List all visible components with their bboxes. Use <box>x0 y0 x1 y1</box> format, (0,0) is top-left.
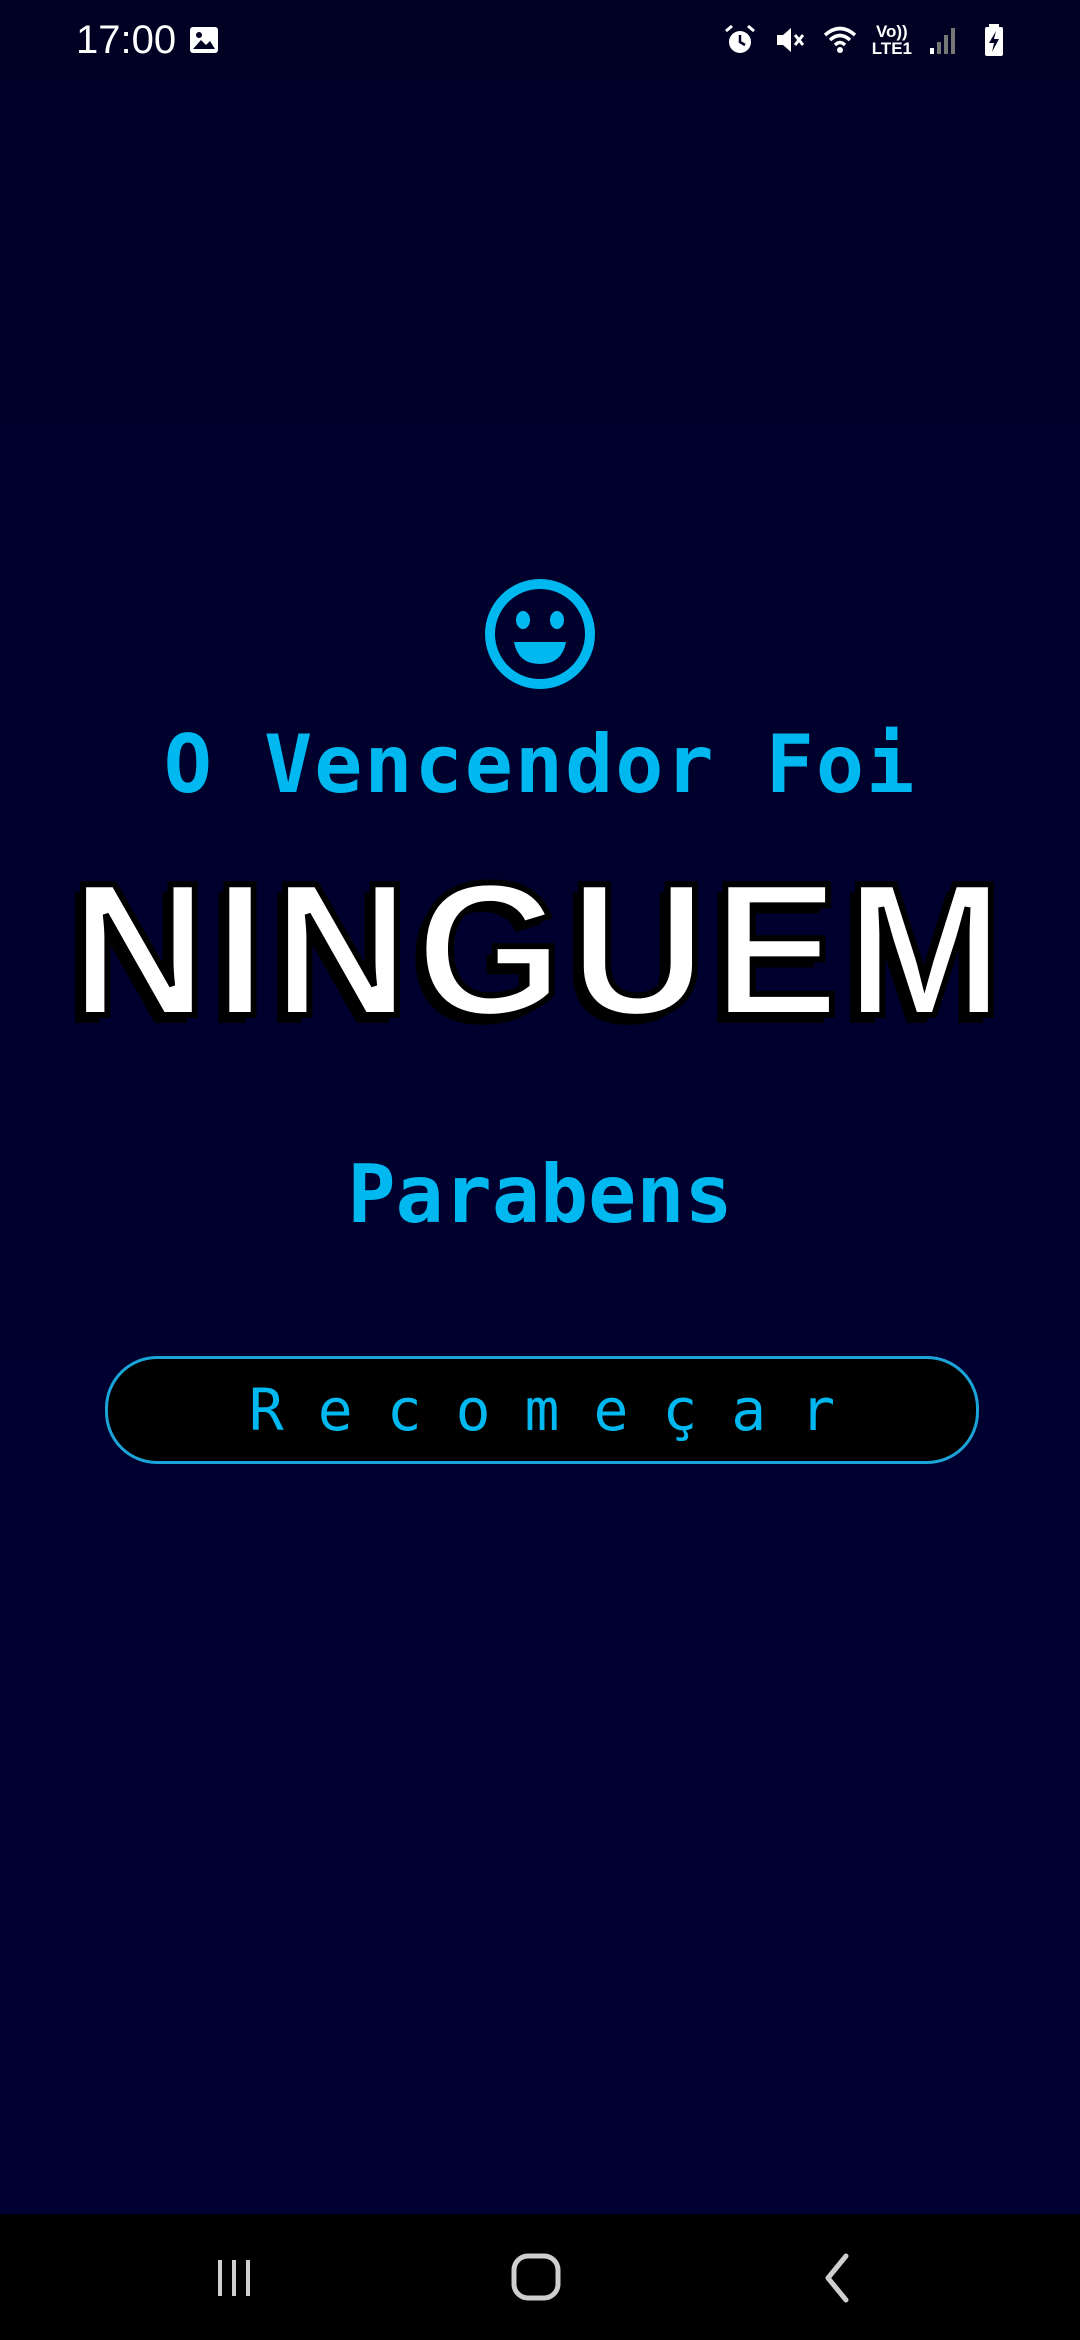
smiley-icon <box>485 579 595 689</box>
alarm-icon <box>724 24 755 53</box>
congrats-message: Parabens <box>347 1148 733 1241</box>
restart-button[interactable]: Recomeçar <box>105 1356 979 1464</box>
home-icon[interactable] <box>506 2250 566 2306</box>
status-bar: 17:00 Vo)) LTE1 <box>0 0 1080 80</box>
winner-label: O Vencendor Foi <box>163 718 917 811</box>
back-icon[interactable] <box>808 2250 868 2306</box>
signal-icon <box>930 28 955 54</box>
recent-apps-icon[interactable] <box>204 2250 264 2306</box>
navigation-bar <box>0 2214 1080 2340</box>
winner-name: NINGUEM <box>67 841 1010 1059</box>
status-time: 17:00 <box>76 18 177 62</box>
mute-icon <box>776 28 804 52</box>
battery-charging-icon <box>985 24 1003 56</box>
restart-button-label: Recomeçar <box>248 1376 870 1444</box>
status-icons: Vo)) LTE1 <box>722 18 1012 62</box>
network-label: Vo)) LTE1 <box>871 22 912 58</box>
image-icon <box>190 27 218 53</box>
wifi-icon <box>823 26 856 53</box>
